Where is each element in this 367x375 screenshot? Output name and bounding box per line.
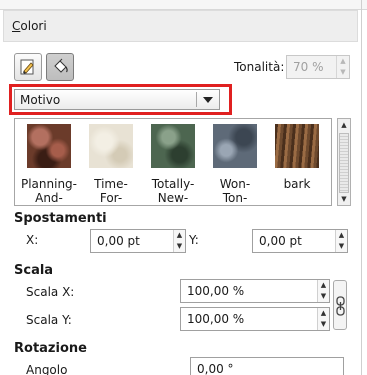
offset-y-stepper[interactable]: ▲ ▼ — [335, 230, 347, 252]
colori-header[interactable] — [3, 10, 358, 42]
angle-value: 0,00 ° — [197, 362, 234, 375]
pattern-swatch — [275, 124, 319, 168]
highlight-box — [9, 84, 232, 115]
scale-y-stepper[interactable]: ▲ ▼ — [317, 308, 329, 330]
scale-y-label: Scala Y: — [26, 313, 72, 327]
pattern-swatch — [213, 124, 257, 168]
offset-x-input[interactable]: 0,00 pt ▲ ▼ — [90, 229, 186, 253]
hue-up-icon[interactable]: ▲ — [337, 56, 349, 67]
offset-x-value: 0,00 pt — [97, 234, 140, 248]
scale-y-value: 100,00 % — [187, 312, 245, 326]
stroke-mode-button[interactable] — [14, 53, 42, 81]
scroll-down-icon[interactable]: ▼ — [339, 194, 349, 204]
offset-y-input[interactable]: 0,00 pt ▲ ▼ — [252, 229, 348, 253]
pattern-label: Totally- New- — [151, 177, 195, 205]
brush-icon — [20, 59, 34, 75]
top-strip — [0, 0, 367, 10]
scale-title: Scala — [14, 263, 54, 278]
angle-label: Angolo — [26, 363, 68, 375]
pattern-swatch — [27, 124, 71, 168]
pattern-swatch — [89, 124, 133, 168]
pattern-list[interactable]: Planning- And- Time- For- Totally- New- … — [14, 118, 332, 206]
offset-y-value: 0,00 pt — [259, 234, 302, 248]
chain-icon — [336, 296, 345, 316]
increment-icon[interactable]: ▲ — [174, 230, 185, 241]
hue-stepper[interactable]: ▲ ▼ — [336, 56, 349, 78]
rotation-title: Rotazione — [14, 341, 87, 356]
offset-x-stepper[interactable]: ▲ ▼ — [173, 230, 185, 252]
increment-icon[interactable]: ▲ — [318, 280, 329, 291]
pattern-swatch — [151, 124, 195, 168]
fill-mode-button[interactable] — [46, 53, 74, 81]
hue-value: 70 % — [293, 60, 324, 74]
increment-icon[interactable]: ▲ — [318, 308, 329, 319]
scale-y-input[interactable]: 100,00 % ▲ ▼ — [180, 307, 330, 331]
decrement-icon[interactable]: ▼ — [318, 319, 329, 330]
hue-label: Tonalità: — [234, 60, 285, 74]
pattern-label: Planning- And- — [20, 177, 78, 205]
offset-y-label: Y: — [189, 233, 199, 247]
colori-title: Colori — [12, 19, 47, 33]
scroll-up-icon[interactable]: ▲ — [339, 120, 349, 130]
angle-input[interactable]: 0,00 ° — [190, 357, 344, 375]
decrement-icon[interactable]: ▼ — [336, 241, 347, 252]
decrement-icon[interactable]: ▼ — [318, 291, 329, 302]
decrement-icon[interactable]: ▼ — [174, 241, 185, 252]
offset-x-label: X: — [26, 233, 39, 247]
pattern-scrollbar[interactable]: ▲ ▼ — [337, 118, 351, 206]
scale-x-input[interactable]: 100,00 % ▲ ▼ — [180, 279, 330, 303]
pattern-label: bark — [283, 177, 311, 191]
scale-x-label: Scala X: — [26, 285, 75, 299]
bucket-icon — [54, 58, 68, 73]
hue-spinner[interactable]: 70 % ▲ ▼ — [286, 55, 350, 79]
pattern-label: Time- For- — [94, 177, 128, 205]
hue-down-icon[interactable]: ▼ — [337, 67, 349, 78]
scroll-thumb[interactable] — [339, 133, 349, 193]
scale-x-stepper[interactable]: ▲ ▼ — [317, 280, 329, 302]
offsets-title: Spostamenti — [14, 211, 107, 226]
scale-x-value: 100,00 % — [187, 284, 245, 298]
panel-edge — [361, 0, 362, 375]
pattern-label: Won- Ton- — [219, 177, 251, 205]
increment-icon[interactable]: ▲ — [336, 230, 347, 241]
chain-link-button[interactable] — [333, 280, 347, 330]
